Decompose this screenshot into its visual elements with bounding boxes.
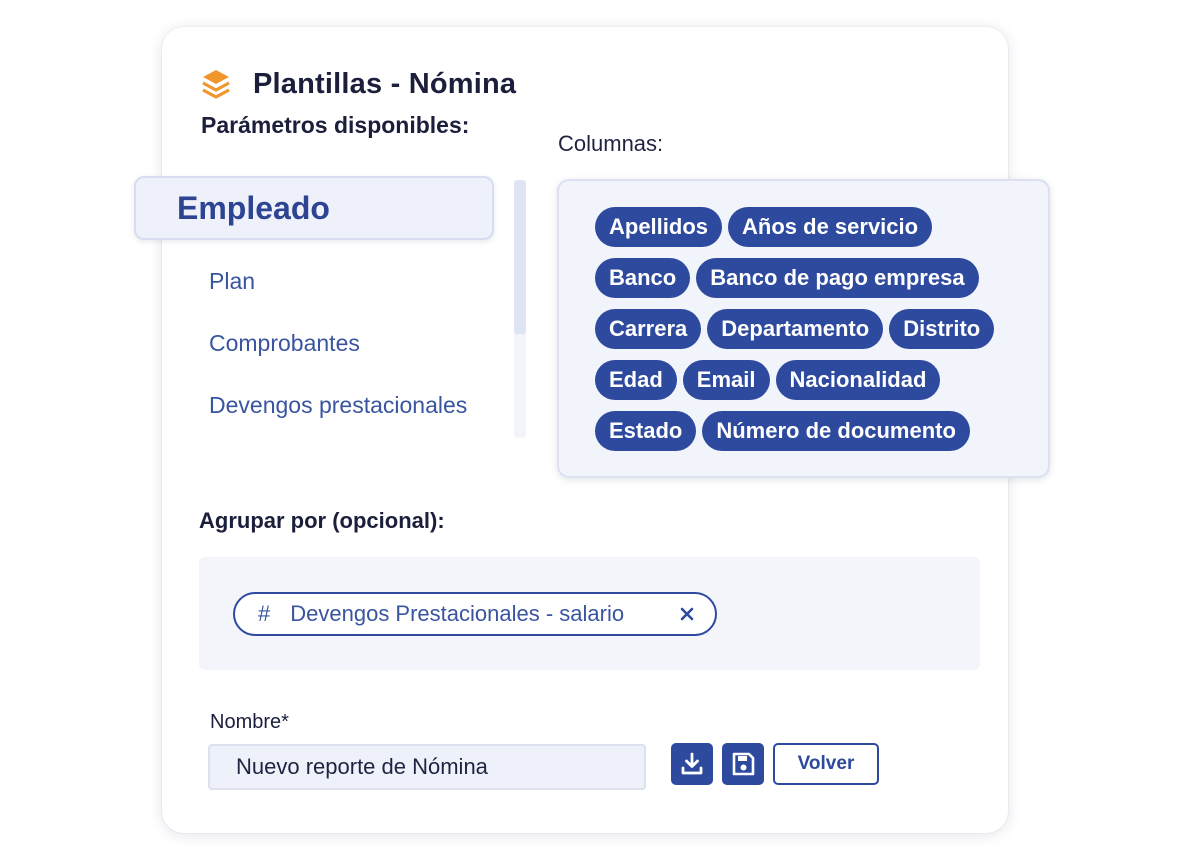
close-icon[interactable] (677, 604, 697, 624)
header: Plantillas - Nómina (201, 64, 516, 104)
save-icon (730, 751, 756, 777)
column-chip[interactable]: Banco de pago empresa (696, 258, 979, 298)
download-icon (679, 751, 705, 777)
group-by-label: Agrupar por (opcional): (199, 508, 445, 533)
column-chip[interactable]: Apellidos (595, 207, 723, 247)
column-chip[interactable]: Años de servicio (728, 207, 933, 247)
category-empleado[interactable]: Empleado (134, 176, 494, 240)
column-chip[interactable]: Estado (595, 411, 697, 451)
columns-label: Columnas: (558, 131, 664, 156)
column-chip[interactable]: Distrito (889, 309, 995, 349)
column-chip[interactable]: Email (682, 360, 770, 400)
column-chip[interactable]: Nacionalidad (775, 360, 941, 400)
column-chip[interactable]: Carrera (595, 309, 702, 349)
category-devengos-prestacionales[interactable]: Devengos prestacionales (209, 392, 467, 419)
group-by-chip[interactable]: # Devengos Prestacionales - salario (233, 592, 717, 636)
save-button[interactable] (722, 743, 764, 785)
group-by-chip-label: Devengos Prestacionales - salario (290, 601, 625, 626)
back-button[interactable]: Volver (773, 743, 879, 785)
column-chip[interactable]: Departamento (707, 309, 884, 349)
layers-icon (201, 67, 233, 101)
column-chip[interactable]: Número de documento (702, 411, 970, 451)
download-button[interactable] (671, 743, 713, 785)
column-chip[interactable]: Edad (595, 360, 677, 400)
category-scrollbar-thumb[interactable] (514, 180, 526, 334)
category-comprobantes[interactable]: Comprobantes (209, 330, 360, 357)
name-input[interactable] (208, 744, 646, 790)
column-chip[interactable]: Banco (595, 258, 691, 298)
page-title: Plantillas - Nómina (253, 67, 517, 100)
hash-icon: # (258, 601, 271, 626)
parameters-label: Parámetros disponibles: (201, 112, 470, 138)
category-plan[interactable]: Plan (209, 268, 255, 295)
name-field-label: Nombre* (210, 711, 289, 733)
